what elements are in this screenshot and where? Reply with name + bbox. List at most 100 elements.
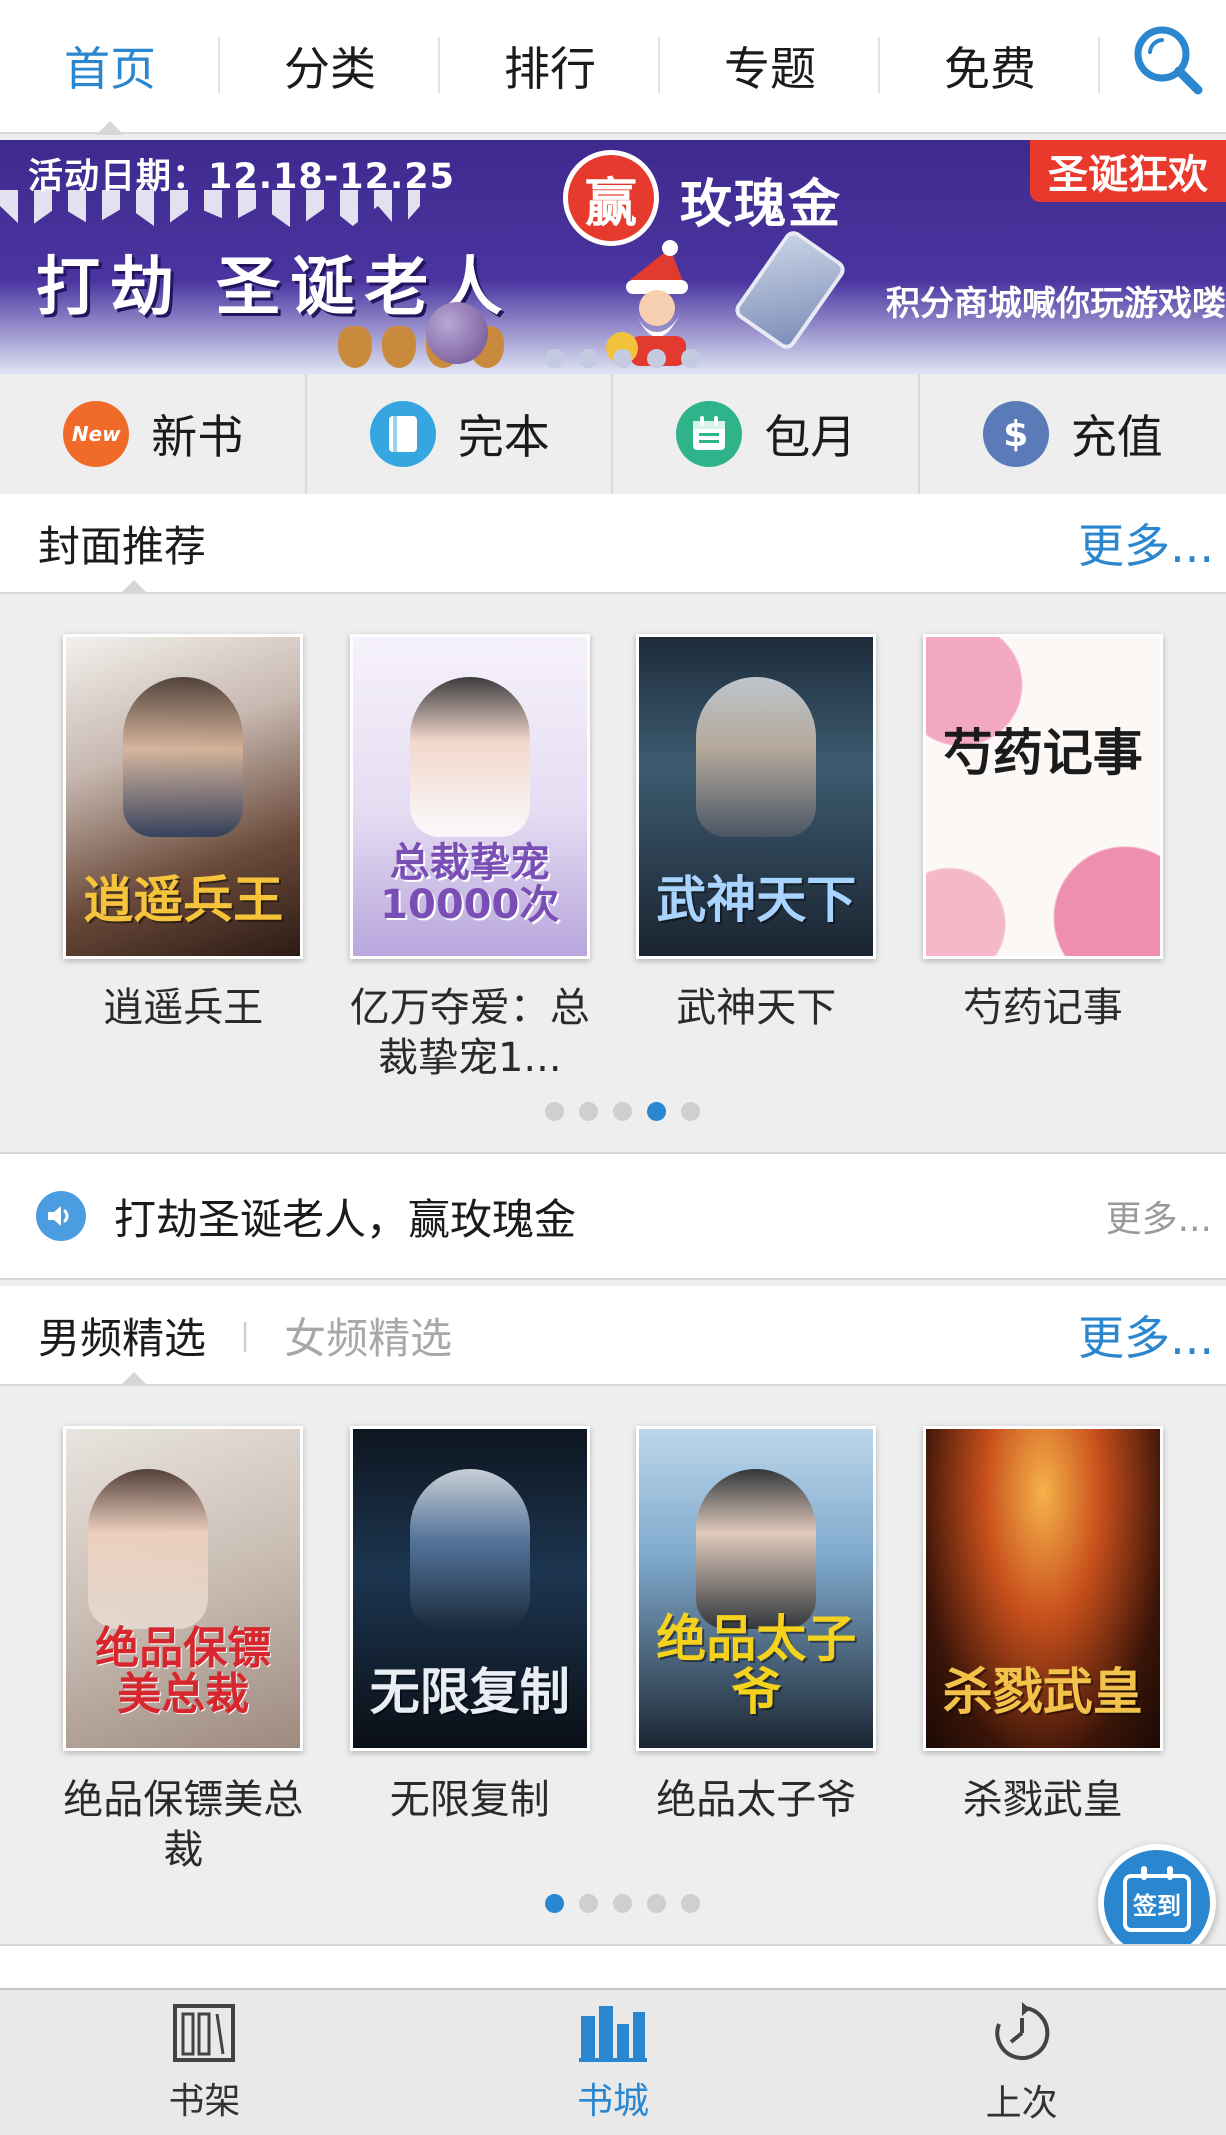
pager-dot[interactable] [647,349,666,368]
book-card[interactable]: 芍药记事 芍药记事 [922,634,1163,1083]
promo-banner[interactable]: 活动日期：12.18-12.25 打劫 圣诞老人 赢 玫瑰金 圣诞狂欢 积分商城… [0,140,1226,374]
top-nav: 首页 分类 排行 专题 免费 [0,0,1226,135]
book-cover: 总裁挚宠10000次 [349,634,590,959]
book-title: 绝品保镖美总裁 [63,1777,304,1873]
book-card[interactable]: 逍遥兵王 逍遥兵王 [63,634,304,1083]
tab-separator: | [240,1317,251,1353]
tab-female-picks[interactable]: 女频精选 [284,1305,452,1366]
pager-dot[interactable] [579,349,598,368]
announcement-text: 打劫圣诞老人，赢玫瑰金 [114,1194,577,1244]
bottom-tab-bookshelf-label: 书架 [168,2080,241,2122]
quick-entry-monthly[interactable]: 包月 [613,374,920,494]
pager-dot[interactable] [647,1894,666,1913]
pick-book-row: 绝品保镖美总裁 绝品保镖美总裁 无限复制 无限复制 绝品太子爷 绝品太子爷 杀戮… [0,1426,1226,1875]
tab-topics-label: 专题 [724,42,816,96]
tab-home-label: 首页 [64,42,156,96]
tab-ranking-label: 排行 [504,42,596,96]
announcement-bar[interactable]: 打劫圣诞老人，赢玫瑰金 更多... [0,1152,1226,1280]
cover-title: 绝品保镖美总裁 [95,1622,272,1720]
pager-dot[interactable] [545,1102,564,1121]
pager-dot[interactable] [613,349,632,368]
quick-entry-complete-label: 完本 [457,410,550,464]
pager-dot[interactable] [647,1102,666,1121]
book-title: 亿万夺爱：总裁挚宠1... [349,985,590,1081]
section-title: 封面推荐 [38,521,207,571]
bottom-tab-bookshelf[interactable]: 书架 [0,1990,409,2135]
cover-title: 芍药记事 [942,724,1143,782]
cover-title: 无限复制 [369,1662,570,1721]
speaker-icon [36,1191,86,1241]
quick-entry-new-label: 新书 [151,410,244,464]
more-link[interactable]: 更多... [1078,510,1214,576]
dollar-icon-text: $ [1003,413,1029,455]
pager-dot[interactable] [579,1894,598,1913]
calendar-icon: 签到 [1123,1866,1191,1932]
banner-prize: 玫瑰金 [680,175,843,235]
tab-ranking[interactable]: 排行 [440,0,660,133]
pager-dot[interactable] [681,1894,700,1913]
quick-entry-recharge-label: 充值 [1070,410,1163,464]
book-card[interactable]: 绝品太子爷 绝品太子爷 [636,1426,877,1875]
book-card[interactable]: 武神天下 武神天下 [636,634,877,1083]
bottom-tab-bookstore[interactable]: 书城 [409,1990,818,2135]
tab-home[interactable]: 首页 [0,0,220,135]
signin-label: 签到 [1133,1891,1181,1920]
pager-dot[interactable] [681,349,700,368]
book-cover: 绝品保镖美总裁 [63,1426,304,1751]
book-title: 武神天下 [676,985,837,1031]
pager-dot[interactable] [545,349,564,368]
book-title: 绝品太子爷 [656,1777,857,1823]
banner-date: 活动日期：12.18-12.25 [28,157,455,197]
tab-category[interactable]: 分类 [220,0,440,133]
bottom-tab-bookstore-label: 书城 [577,2080,650,2122]
book-card[interactable]: 绝品保镖美总裁 绝品保镖美总裁 [63,1426,304,1875]
tab-free-label: 免费 [944,42,1036,96]
cover-title: 绝品太子爷 [656,1610,857,1721]
cover-title: 杀戮武皇 [942,1662,1143,1721]
festival-tag: 圣诞狂欢 [1030,140,1226,202]
pick-pager [545,1894,700,1913]
ornament-decoration [426,302,488,364]
pager-dot[interactable] [613,1894,632,1913]
cover-book-row: 逍遥兵王 逍遥兵王 总裁挚宠10000次 亿万夺爱：总裁挚宠1... 武神天下 … [0,634,1226,1083]
cover-title: 逍遥兵王 [83,870,284,929]
quick-entry-bar: New 新书 完本 包月 $ 充值 [0,374,1226,494]
tab-free[interactable]: 免费 [880,0,1100,133]
pager-dot[interactable] [545,1894,564,1913]
search-button[interactable] [1122,14,1212,104]
win-badge: 赢 [563,150,659,246]
banner-pager [545,349,700,368]
tab-topics[interactable]: 专题 [660,0,880,133]
book-icon [369,401,436,467]
new-badge-icon: New [63,401,130,467]
quick-entry-new[interactable]: New 新书 [0,374,307,494]
bottom-tab-last-read-label: 上次 [985,2082,1058,2124]
book-card[interactable]: 无限复制 无限复制 [349,1426,590,1875]
pager-dot[interactable] [681,1102,700,1121]
quick-entry-complete[interactable]: 完本 [307,374,614,494]
more-link[interactable]: 更多... [1078,1302,1214,1368]
cover-pager [545,1102,700,1121]
book-card[interactable]: 总裁挚宠10000次 亿万夺爱：总裁挚宠1... [349,634,590,1083]
pager-dot[interactable] [579,1102,598,1121]
pick-section-header: 男频精选 | 女频精选 更多... [0,1286,1226,1386]
tab-male-picks[interactable]: 男频精选 [38,1305,206,1366]
quick-entry-recharge[interactable]: $ 充值 [920,374,1226,494]
book-title: 芍药记事 [962,985,1123,1031]
header-notch [120,1372,148,1386]
book-title: 逍遥兵王 [103,985,264,1031]
book-cover: 杀戮武皇 [922,1426,1163,1751]
bottom-tab-last-read[interactable]: 上次 [817,1990,1226,2135]
book-cover: 武神天下 [636,634,877,959]
search-icon [1134,26,1203,95]
cover-title: 武神天下 [656,870,857,929]
dollar-icon: $ [982,401,1049,467]
pager-dot[interactable] [613,1102,632,1121]
next-section-peek [0,1944,1226,1988]
new-badge-text: New [71,422,121,446]
bookshelf-icon [173,2003,236,2062]
announcement-more-link[interactable]: 更多... [1106,1190,1212,1242]
tab-category-label: 分类 [284,42,376,96]
book-title: 无限复制 [389,1777,550,1823]
book-card[interactable]: 杀戮武皇 杀戮武皇 [922,1426,1163,1875]
